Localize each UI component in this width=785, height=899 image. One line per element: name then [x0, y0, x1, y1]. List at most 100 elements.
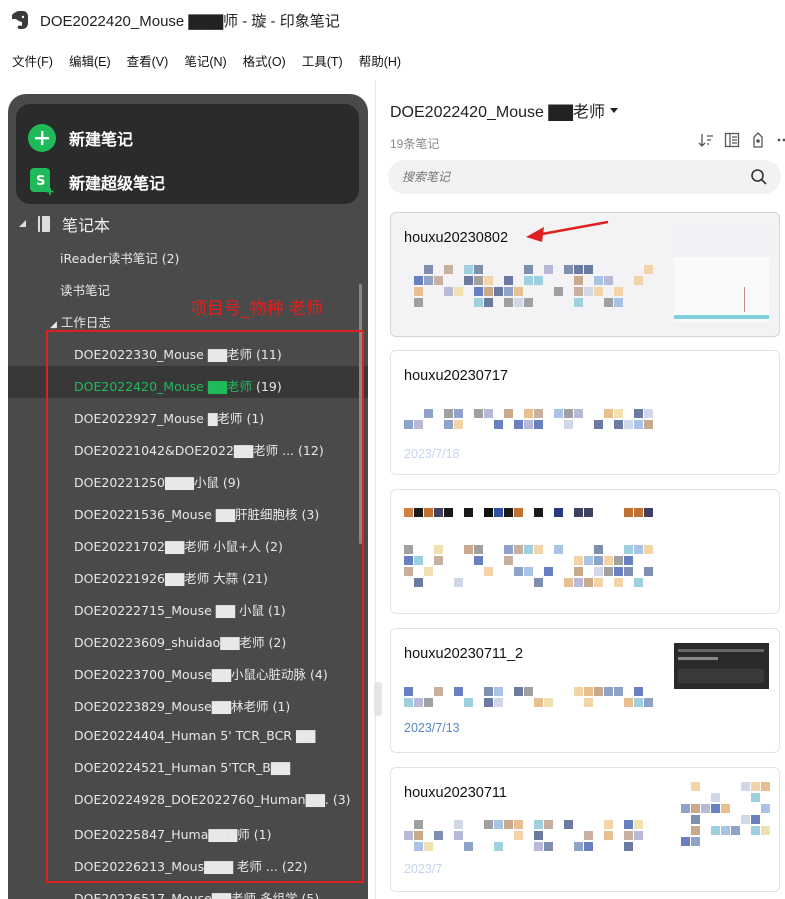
note-title: houxu20230711 [404, 785, 507, 801]
redacted-pixel [494, 287, 503, 296]
collapse-triangle-icon[interactable] [18, 219, 28, 229]
redacted-pixel [424, 698, 433, 707]
redacted-pixel [614, 409, 623, 418]
redacted-pixel [414, 842, 423, 851]
redacted-pixel [454, 687, 463, 696]
redacted-pixel [584, 287, 593, 296]
redacted-pixel [534, 276, 543, 285]
redacted-pixel [514, 287, 523, 296]
redacted-pixel [484, 287, 493, 296]
dropdown-caret-icon[interactable] [609, 106, 619, 114]
redacted-pixel [534, 831, 543, 840]
notebooks-header[interactable]: 笔记本 [18, 212, 110, 236]
redacted-pixel [514, 545, 523, 554]
menu-view[interactable]: 查看(V) [119, 51, 177, 70]
view-layout-icon[interactable] [724, 132, 740, 148]
redacted-pixel [624, 556, 633, 565]
search-icon[interactable] [750, 168, 768, 186]
menu-file[interactable]: 文件(F) [4, 51, 61, 70]
redacted-pixel [554, 409, 563, 418]
notebook-ireader[interactable]: iReader读书笔记 (2) [60, 248, 179, 267]
note-card[interactable]: houxu20230717 2023/7/18 [390, 350, 780, 475]
redacted-pixel [681, 804, 690, 813]
redacted-pixel [644, 508, 653, 517]
redacted-pixel [444, 265, 453, 274]
list-toolbar [698, 132, 785, 148]
redacted-pixel [464, 508, 473, 517]
redacted-pixel [574, 409, 583, 418]
new-super-note-button[interactable]: S 新建超级笔记 [28, 167, 165, 197]
redacted-pixel [711, 793, 720, 802]
redacted-pixel [614, 298, 623, 307]
notebook-count: (2) [161, 251, 180, 266]
panel-resize-handle[interactable] [374, 682, 382, 716]
redacted-pixel [474, 276, 483, 285]
redacted-pixel [701, 804, 710, 813]
redacted-pixel [721, 804, 730, 813]
notebook-count: (5) [301, 891, 320, 899]
redacted-pixel [711, 804, 720, 813]
redacted-pixel [604, 409, 613, 418]
new-note-button[interactable]: 新建笔记 [28, 123, 133, 153]
redacted-pixel [484, 820, 493, 829]
svg-text:S: S [36, 174, 45, 189]
plus-circle-icon [28, 124, 56, 152]
redacted-pixel [644, 698, 653, 707]
notebook-title[interactable]: DOE2022420_Mouse ▇▇老师 [390, 98, 619, 122]
redacted-pixel [691, 815, 700, 824]
redacted-pixel [464, 842, 473, 851]
note-card[interactable]: houxu20230711_2 2023/7/13 [390, 628, 780, 753]
redacted-pixel [574, 265, 583, 274]
notebook-reading[interactable]: 读书笔记 [60, 280, 110, 299]
redacted-pixel [594, 687, 603, 696]
redacted-pixel [484, 698, 493, 707]
redacted-pixel [584, 698, 593, 707]
redacted-pixel [534, 420, 543, 429]
redacted-pixel [574, 556, 583, 565]
redacted-pixel [514, 820, 523, 829]
redacted-pixel [594, 287, 603, 296]
share-icon[interactable] [750, 132, 766, 148]
menu-tools[interactable]: 工具(T) [294, 51, 351, 70]
redacted-pixel [634, 409, 643, 418]
redacted-pixel [444, 420, 453, 429]
redacted-pixel [624, 545, 633, 554]
redacted-pixel [484, 508, 493, 517]
menu-format[interactable]: 格式(O) [235, 51, 294, 70]
menu-help[interactable]: 帮助(H) [351, 51, 409, 70]
more-icon[interactable] [776, 132, 785, 148]
redacted-pixel [614, 287, 623, 296]
redacted-pixel [644, 420, 653, 429]
menu-note[interactable]: 笔记(N) [176, 51, 234, 70]
redacted-pixel [504, 556, 513, 565]
notebook-worklog[interactable]: ◢ 工作日志 [50, 312, 111, 331]
redacted-pixel [681, 837, 690, 846]
redacted-pixel [524, 687, 533, 696]
redacted-pixel [711, 826, 720, 835]
note-card[interactable]: houxu20230711 2023/7 [390, 767, 780, 892]
collapse-triangle-icon[interactable]: ◢ [50, 320, 57, 330]
redacted-pixel [434, 276, 443, 285]
redacted-pixel [594, 578, 603, 587]
redacted-pixel [544, 842, 553, 851]
redacted-pixel [414, 831, 423, 840]
redacted-pixel [404, 567, 413, 576]
redacted-pixel [524, 409, 533, 418]
redacted-pixel [464, 545, 473, 554]
redacted-pixel [634, 545, 643, 554]
menu-edit[interactable]: 编辑(E) [61, 51, 119, 70]
redacted-pixel [404, 831, 413, 840]
note-count: 19条笔记 [390, 137, 440, 151]
redacted-pixel [404, 687, 413, 696]
note-card[interactable] [390, 489, 780, 614]
annotation-arrow-icon [526, 220, 609, 242]
redacted-pixel [404, 508, 413, 517]
note-thumbnail [674, 643, 769, 689]
sort-icon[interactable] [698, 132, 714, 148]
redacted-pixel [404, 420, 413, 429]
notebook-item[interactable]: DOE20226517_Mouse▇▇老师 多组学 (5) [74, 888, 319, 899]
redacted-pixel [604, 820, 613, 829]
redacted-pixel [534, 698, 543, 707]
search-input[interactable] [402, 168, 722, 186]
redacted-pixel [624, 698, 633, 707]
